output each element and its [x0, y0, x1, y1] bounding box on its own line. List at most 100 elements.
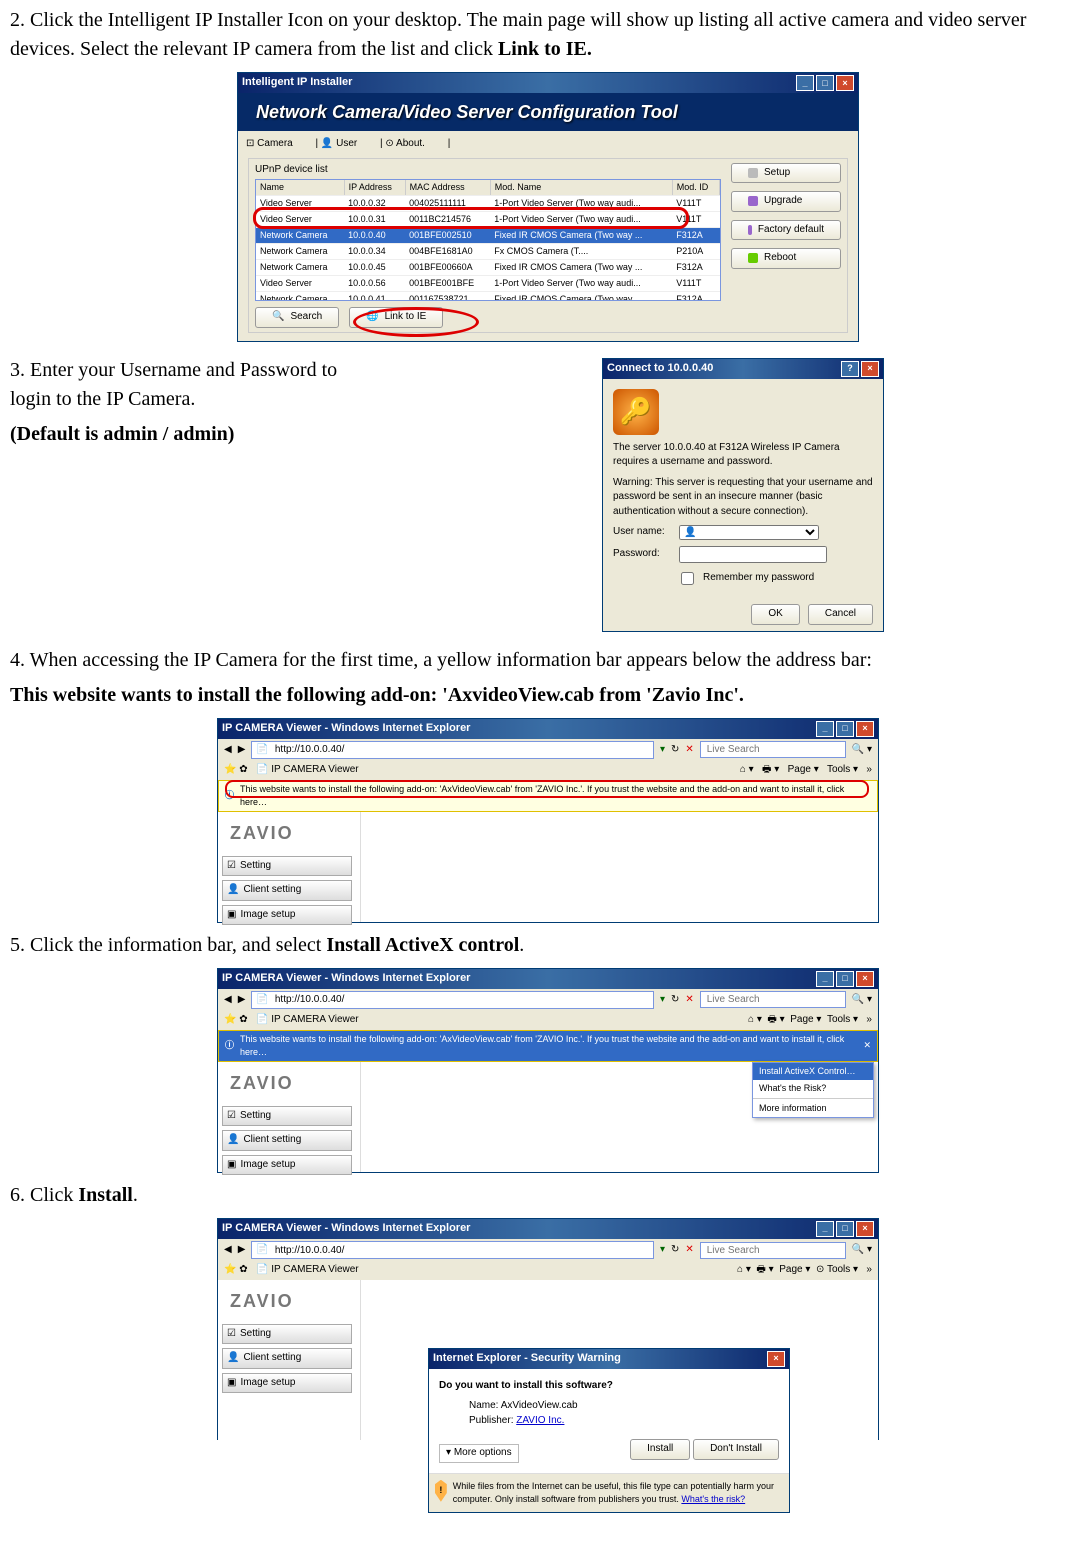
install-activex-item[interactable]: Install ActiveX Control…	[753, 1063, 873, 1080]
col-modname: Mod. Name	[490, 180, 672, 196]
home-icon[interactable]: ⌂	[740, 764, 746, 775]
search-box[interactable]	[700, 741, 846, 758]
cancel-button[interactable]: Cancel	[808, 604, 873, 625]
username-label: User name:	[613, 525, 673, 540]
dont-install-button[interactable]: Don't Install	[693, 1439, 779, 1460]
search-input[interactable]	[705, 1244, 841, 1257]
sw-pub-label: Publisher:	[469, 1415, 513, 1426]
refresh-icon[interactable]: ↻	[671, 743, 679, 758]
factory-default-button[interactable]: Factory default	[731, 220, 841, 241]
forward-icon[interactable]: ▶	[238, 1243, 246, 1258]
back-icon[interactable]: ◀	[224, 993, 232, 1008]
table-row[interactable]: Video Server10.0.0.310011BC2145761-Port …	[256, 212, 720, 228]
minimize-icon[interactable]: _	[796, 75, 814, 91]
minimize-icon[interactable]: _	[816, 971, 834, 987]
whats-risk-item[interactable]: What's the Risk?	[753, 1080, 873, 1097]
sw-publisher-link[interactable]: ZAVIO Inc.	[516, 1415, 564, 1426]
search-button[interactable]: 🔍 Search	[255, 307, 339, 328]
url-input[interactable]	[273, 743, 649, 756]
link-to-ie-button[interactable]: 🌐 Link to IE	[349, 307, 443, 328]
image-setup-button[interactable]: ▣ Image setup	[222, 1373, 352, 1394]
remember-checkbox[interactable]	[681, 572, 694, 585]
close-icon[interactable]: ×	[856, 971, 874, 987]
forward-icon[interactable]: ▶	[238, 743, 246, 758]
step-3-text: 3. Enter your Username and Password to l…	[10, 356, 370, 414]
setting-button[interactable]: ☑ Setting	[222, 1106, 352, 1127]
ok-button[interactable]: OK	[751, 604, 799, 625]
url-input[interactable]	[273, 993, 649, 1006]
close-icon[interactable]: ×	[861, 361, 879, 377]
maximize-icon[interactable]: □	[816, 75, 834, 91]
whats-risk-link[interactable]: What's the risk?	[681, 1494, 745, 1504]
close-icon[interactable]: ×	[856, 1221, 874, 1237]
infobar-close-icon[interactable]: ✕	[863, 1039, 871, 1052]
col-ip: IP Address	[344, 180, 405, 196]
go-icon[interactable]: ▾	[660, 743, 665, 758]
maximize-icon[interactable]: □	[836, 971, 854, 987]
info-bar[interactable]: ⓘ This website wants to install the foll…	[218, 780, 878, 812]
minimize-icon[interactable]: _	[816, 721, 834, 737]
reboot-button[interactable]: Reboot	[731, 248, 841, 269]
close-icon[interactable]: ×	[767, 1351, 785, 1367]
image-setup-button[interactable]: ▣ Image setup	[222, 1155, 352, 1176]
installer-banner: Network Camera/Video Server Configuratio…	[238, 93, 858, 131]
more-options-button[interactable]: ▾ More options	[439, 1444, 519, 1463]
search-icon[interactable]: 🔍 ▾	[852, 743, 872, 758]
tab-label[interactable]: IP CAMERA Viewer	[271, 764, 358, 775]
zavio-logo: ZAVIO	[222, 820, 352, 846]
table-row[interactable]: Network Camera10.0.0.41001167538721Fixed…	[256, 292, 720, 301]
stop-icon[interactable]: ✕	[685, 743, 693, 758]
client-setting-button[interactable]: 👤 Client setting	[222, 1130, 352, 1151]
ie-window-3: IP CAMERA Viewer - Windows Internet Expl…	[217, 1218, 879, 1440]
col-modid: Mod. ID	[672, 180, 719, 196]
table-row[interactable]: Network Camera10.0.0.34004BFE1681A0Fx CM…	[256, 244, 720, 260]
minimize-icon[interactable]: _	[816, 1221, 834, 1237]
password-label: Password:	[613, 547, 673, 562]
table-row[interactable]: Network Camera10.0.0.45001BFE00660AFixed…	[256, 260, 720, 276]
close-icon[interactable]: ×	[856, 721, 874, 737]
setup-button[interactable]: Setup	[731, 163, 841, 184]
close-icon[interactable]: ×	[836, 75, 854, 91]
tab-user[interactable]: User	[336, 138, 357, 149]
search-input[interactable]	[705, 743, 841, 756]
tools-menu[interactable]: Tools ▾	[827, 764, 858, 775]
tab-camera[interactable]: Camera	[257, 138, 293, 149]
table-row[interactable]: Video Server10.0.0.56001BFE001BFE1-Port …	[256, 276, 720, 292]
more-info-item[interactable]: More information	[753, 1100, 873, 1117]
back-icon[interactable]: ◀	[224, 743, 232, 758]
client-setting-button[interactable]: 👤 Client setting	[222, 1348, 352, 1369]
sw-name-value: AxVideoView.cab	[501, 1400, 578, 1411]
upgrade-button[interactable]: Upgrade	[731, 191, 841, 212]
maximize-icon[interactable]: □	[836, 1221, 854, 1237]
step-5-text: 5. Click the information bar, and select…	[10, 931, 1076, 960]
help-icon[interactable]: ?	[841, 361, 859, 377]
upgrade-icon	[748, 196, 758, 206]
table-row[interactable]: Network Camera10.0.0.40001BFE002510Fixed…	[256, 228, 720, 244]
back-icon[interactable]: ◀	[224, 1243, 232, 1258]
device-table[interactable]: Name IP Address MAC Address Mod. Name Mo…	[256, 180, 720, 301]
forward-icon[interactable]: ▶	[238, 993, 246, 1008]
client-setting-button[interactable]: 👤 Client setting	[222, 880, 352, 901]
tab-about[interactable]: About.	[396, 138, 425, 149]
address-bar[interactable]: 📄	[251, 741, 654, 760]
installer-tabs: ⊡ Camera | 👤 User | ⊙ About. |	[238, 131, 858, 154]
step-3-default: (Default is admin / admin)	[10, 420, 370, 449]
setting-button[interactable]: ☑ Setting	[222, 1324, 352, 1345]
maximize-icon[interactable]: □	[836, 721, 854, 737]
security-title: Internet Explorer - Security Warning	[433, 1351, 621, 1367]
info-bar-selected[interactable]: ⓘ This website wants to install the foll…	[218, 1030, 878, 1062]
step-4-text: 4. When accessing the IP Camera for the …	[10, 646, 1076, 675]
image-setup-button[interactable]: ▣ Image setup	[222, 905, 352, 926]
password-field[interactable]	[679, 546, 827, 563]
login-title: Connect to 10.0.0.40	[607, 361, 713, 377]
username-field[interactable]: 👤	[679, 525, 819, 540]
page-menu[interactable]: Page ▾	[788, 764, 819, 775]
print-icon[interactable]: 🖶	[762, 764, 771, 775]
url-input[interactable]	[273, 1244, 649, 1257]
install-button[interactable]: Install	[630, 1439, 690, 1460]
setting-button[interactable]: ☑ Setting	[222, 856, 352, 877]
ie-window-2: IP CAMERA Viewer - Windows Internet Expl…	[217, 968, 879, 1173]
table-row[interactable]: Video Server10.0.0.320040251111111-Port …	[256, 196, 720, 212]
search-input[interactable]	[705, 993, 841, 1006]
security-warning-dialog: Internet Explorer - Security Warning × D…	[428, 1348, 790, 1513]
